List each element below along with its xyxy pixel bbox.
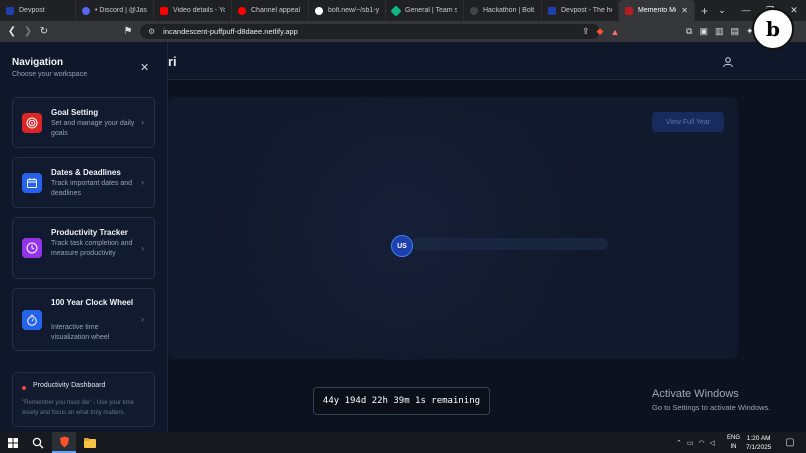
reload-button[interactable]: ↻ [36, 26, 52, 37]
tab-devpost[interactable]: Devpost [0, 0, 76, 21]
file-explorer-icon[interactable] [80, 432, 100, 453]
discord-icon [82, 6, 90, 15]
life-countdown-timer: 44y 194d 22h 39m 1s remaining [313, 387, 490, 415]
extensions-icon[interactable]: ⧉ [686, 26, 692, 37]
bolt-icon [315, 6, 323, 15]
activate-title: Activate Windows [652, 388, 739, 400]
youtube-icon [238, 6, 246, 15]
nav-item-goal-setting[interactable]: Goal Setting Set and manage your daily g… [12, 97, 155, 148]
chevron-right-icon: › [141, 117, 144, 127]
browser-tab-strip: Devpost • Discord | @Jason Video details… [0, 0, 806, 21]
tab-video-details[interactable]: Video details - Yo [154, 0, 232, 21]
nav-item-title: Goal Setting [51, 108, 99, 117]
tab-discord[interactable]: • Discord | @Jason [76, 0, 154, 21]
share-icon[interactable]: ⇪ [582, 26, 590, 37]
tab-hackathon-bolt[interactable]: Hackathon | Bolt.n [464, 0, 542, 21]
chevron-right-icon: › [141, 243, 144, 253]
notification-icon[interactable]: ▢ [782, 432, 798, 453]
search-icon[interactable] [28, 432, 48, 453]
volume-icon[interactable]: ◁ [710, 439, 715, 447]
brave-shield-icon[interactable]: ◆ [597, 26, 604, 37]
nav-item-title: Productivity Tracker [51, 228, 128, 237]
tab-bolt-new[interactable]: bolt.new/~/sb1-y [309, 0, 386, 21]
tab-search-icon[interactable]: ⌄ [710, 0, 734, 21]
tab-devpost-home[interactable]: Devpost - The hom [542, 0, 619, 21]
windows-start-icon[interactable] [4, 432, 22, 453]
extension-area: ⇪ ◆ ▲ [582, 21, 619, 42]
clock-icon [22, 238, 42, 258]
wifi-icon[interactable]: ◠ [699, 439, 705, 447]
activate-sub: Go to Settings to activate Windows. [652, 403, 771, 412]
screenshot-icon[interactable]: ▣ [699, 26, 708, 37]
tab-memento-mori[interactable]: Memento Mo ✕ [619, 0, 695, 21]
nav-item-clock-wheel[interactable]: 100 Year Clock Wheel Interactive time vi… [12, 288, 155, 351]
bolt-badge-logo[interactable]: b [752, 8, 794, 50]
dashboard-title: Productivity Dashboard [33, 382, 106, 389]
navigation-drawer: Navigation Choose your workspace ✕ Goal … [0, 42, 168, 432]
close-icon[interactable]: ✕ [140, 61, 149, 74]
status-dot [22, 386, 26, 390]
nav-item-productivity-tracker[interactable]: Productivity Tracker Track task completi… [12, 217, 155, 279]
nav-item-desc: Track task completion and measure produc… [51, 240, 133, 257]
avatar[interactable]: US [391, 235, 413, 257]
timer-icon [22, 310, 42, 330]
youtube-icon [160, 6, 168, 15]
close-tab-icon[interactable]: ✕ [681, 6, 688, 15]
windows-taskbar: ⌃ ▭ ◠ ◁ ENG IN 1:20 AM 7/1/2025 ▢ [0, 432, 806, 453]
address-bar[interactable]: ⚙ incandescent-puffpuff-d8daee.netlify.a… [140, 24, 600, 39]
tab-channel-appeal[interactable]: Channel appeal - Y [232, 0, 309, 21]
drawer-subtitle: Choose your workspace [12, 71, 88, 78]
view-year-button[interactable]: View Full Year [652, 112, 724, 132]
nav-item-desc: Set and manage your daily goals [51, 120, 135, 137]
productivity-dashboard-panel[interactable]: Productivity Dashboard "Remember you mus… [12, 372, 155, 427]
nav-item-title: Dates & Deadlines [51, 168, 121, 177]
battery-icon[interactable]: ▭ [687, 439, 694, 447]
devpost-icon [548, 6, 556, 15]
wallet-icon[interactable]: ▤ [730, 26, 739, 37]
diamond-icon [390, 4, 402, 17]
nav-item-desc: Track important dates and deadlines [51, 180, 133, 197]
taskbar-clock[interactable]: 1:20 AM 7/1/2025 [746, 434, 771, 452]
tray-overflow-icon[interactable]: ⌃ [676, 439, 682, 447]
app-title: ri [168, 54, 177, 69]
bolt-icon [470, 6, 478, 15]
url-text: incandescent-puffpuff-d8daee.netlify.app [163, 27, 298, 36]
nav-item-title: 100 Year Clock Wheel [51, 298, 134, 307]
brave-taskbar-icon[interactable] [52, 432, 76, 453]
back-button[interactable]: ❮ [4, 26, 20, 37]
dashboard-quote: "Remember you must die" - Use your time … [22, 400, 134, 416]
system-tray: ⌃ ▭ ◠ ◁ [676, 432, 715, 453]
calendar-icon [22, 173, 42, 193]
target-icon [22, 113, 42, 133]
chevron-right-icon: › [141, 314, 144, 324]
nav-item-desc: Interactive time visualization wheel [51, 324, 110, 341]
drawer-title: Navigation [12, 57, 64, 68]
brave-rewards-icon[interactable]: ▲ [610, 27, 619, 37]
activate-windows-watermark: Activate Windows Go to Settings to activ… [652, 388, 770, 412]
bookmark-icon[interactable]: ⚑ [120, 26, 136, 37]
forward-button[interactable]: ❯ [20, 26, 36, 37]
devpost-icon [6, 6, 14, 15]
user-icon[interactable] [722, 56, 734, 68]
sidebar-icon[interactable]: ▥ [715, 26, 724, 37]
clock-wheel[interactable] [198, 100, 608, 360]
memento-icon [625, 6, 633, 15]
language-indicator[interactable]: ENG IN [727, 434, 740, 452]
nav-item-dates-deadlines[interactable]: Dates & Deadlines Track important dates … [12, 157, 155, 208]
chevron-right-icon: › [141, 177, 144, 187]
site-info-icon[interactable]: ⚙ [148, 27, 155, 36]
wheel-hand [410, 238, 608, 250]
tab-general-team[interactable]: General | Team se [386, 0, 464, 21]
